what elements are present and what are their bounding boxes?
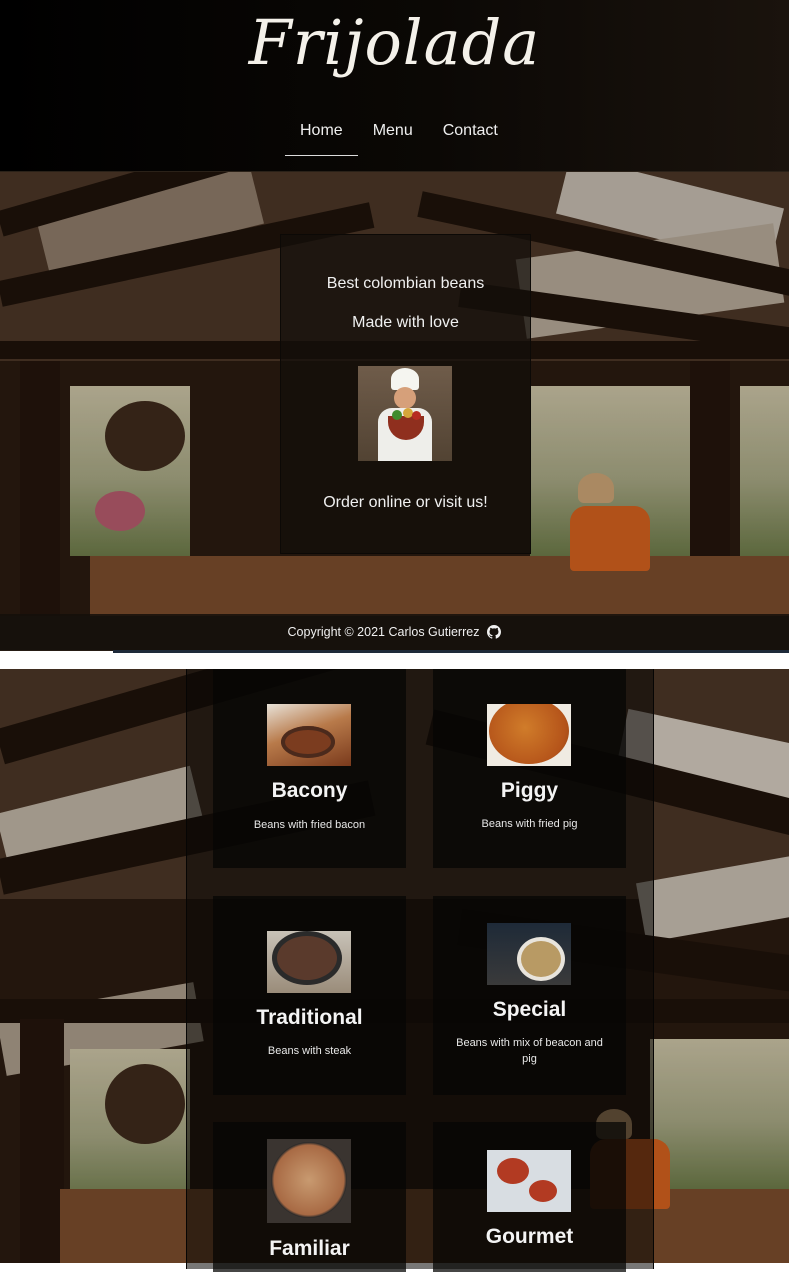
hero-subtagline: Made with love: [352, 314, 459, 331]
menu-card-desc: Beans with fried bacon: [253, 819, 366, 831]
menu-card-familiar[interactable]: Familiar: [213, 1122, 406, 1272]
familiar-dish-image: [267, 1139, 351, 1223]
menu-card-title: Gourmet: [485, 1225, 574, 1248]
nav-home-link[interactable]: Home: [285, 118, 358, 156]
main-nav: Home Menu Contact: [285, 118, 513, 156]
hero-card: Best colombian beans Made with love Orde…: [280, 234, 531, 554]
section-divider: [113, 650, 789, 653]
menu-section: Bacony Beans with fried bacon Piggy Bean…: [186, 669, 654, 1272]
github-icon[interactable]: [487, 625, 502, 639]
menu-card-title: Piggy: [500, 779, 559, 802]
piggy-dish-image: [487, 704, 571, 766]
menu-card-title: Bacony: [271, 779, 348, 802]
gourmet-dish-image: [487, 1150, 571, 1212]
menu-card-title: Traditional: [256, 1006, 363, 1029]
menu-card-desc: Beans with steak: [267, 1045, 352, 1057]
hero-cta: Order online or visit us!: [323, 494, 488, 511]
menu-card-traditional[interactable]: Traditional Beans with steak: [213, 896, 406, 1095]
nav-menu-link[interactable]: Menu: [358, 118, 428, 155]
menu-card-title: Familiar: [269, 1237, 350, 1260]
menu-card-title: Special: [492, 998, 567, 1021]
bacony-dish-image: [267, 704, 351, 766]
site-footer: Copyright © 2021 Carlos Gutierrez: [0, 614, 789, 650]
menu-card-bacony[interactable]: Bacony Beans with fried bacon: [213, 669, 406, 868]
brand-logo[interactable]: Frijolada: [0, 6, 789, 79]
menu-card-piggy[interactable]: Piggy Beans with fried pig: [433, 669, 626, 868]
site-header: Frijolada Home Menu Contact: [0, 0, 789, 172]
menu-card-desc: Beans with fried pig: [481, 818, 578, 830]
chef-icon: [358, 366, 452, 461]
menu-card-gourmet[interactable]: Gourmet: [433, 1122, 626, 1272]
hero-tagline: Best colombian beans: [326, 275, 485, 292]
menu-card-special[interactable]: Special Beans with mix of beacon and pig: [433, 896, 626, 1095]
menu-card-desc: Beans with mix of beacon and pig: [456, 1037, 603, 1065]
nav-contact-link[interactable]: Contact: [428, 118, 513, 155]
copyright-text: Copyright © 2021 Carlos Gutierrez: [287, 625, 480, 639]
traditional-dish-image: [267, 931, 351, 993]
special-dish-image: [487, 923, 571, 985]
